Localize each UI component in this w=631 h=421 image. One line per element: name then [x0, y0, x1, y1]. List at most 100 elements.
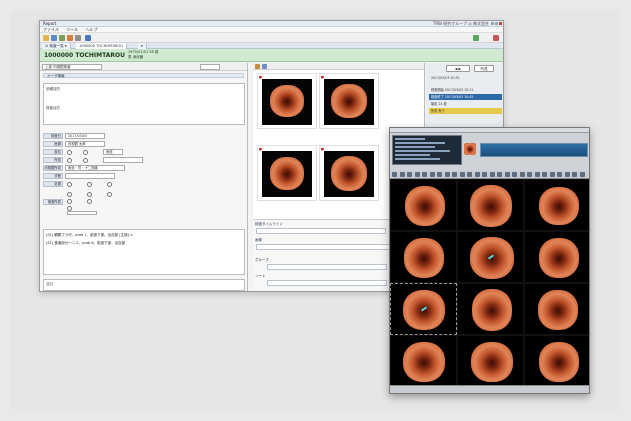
endoscopy-image	[472, 289, 512, 331]
save-icon[interactable]	[51, 35, 57, 41]
sync-icon[interactable]	[473, 35, 479, 41]
field-exam-findings[interactable]	[67, 211, 97, 215]
viewer-tool-icon[interactable]	[557, 172, 562, 177]
field-doctor[interactable]: 内視鏡 太郎	[65, 141, 105, 147]
viewer-tool-icon[interactable]	[474, 172, 480, 177]
notes-area[interactable]: 依頼目的 検査目的	[43, 83, 245, 125]
field-findings[interactable]	[103, 157, 143, 163]
radio-site-1[interactable]	[67, 149, 73, 155]
header-button[interactable]: 所見	[474, 65, 494, 72]
viewer-tool-icon[interactable]	[399, 172, 405, 177]
print-icon[interactable]	[59, 35, 65, 41]
right-pane-item-2[interactable]: 検査終了 2017/03/03 10:45	[429, 94, 502, 100]
radio-procedure-1[interactable]	[67, 181, 73, 187]
check-finding-2[interactable]	[87, 191, 93, 197]
viewer-tool-icon[interactable]	[549, 172, 555, 177]
minimize-button[interactable]	[491, 22, 494, 25]
filter-select[interactable]	[200, 64, 220, 70]
viewer-tool-icon[interactable]	[527, 172, 532, 177]
viewer-tool-icon[interactable]	[512, 172, 517, 177]
right-pane-item-1: 検査開始 2017/03/03 10:21	[431, 88, 474, 92]
viewer-tool-icon[interactable]	[534, 172, 540, 177]
radio-findings-2[interactable]	[83, 157, 89, 163]
viewer-tool-icon[interactable]	[429, 172, 435, 177]
timeline-bar-1[interactable]	[256, 228, 386, 234]
viewer-tool-icon[interactable]	[459, 172, 465, 177]
field-endoscopy[interactable]: 食道・胃・十二指腸	[65, 165, 125, 171]
viewer-image-cell[interactable]	[457, 335, 524, 387]
viewer-image-cell[interactable]	[524, 283, 589, 335]
form-row-site: 部位 食道	[43, 149, 245, 156]
thumbnail-1[interactable]: ■	[257, 73, 317, 129]
note-field[interactable]	[267, 280, 387, 286]
radio-procedure-3[interactable]	[107, 181, 113, 187]
help-icon[interactable]	[85, 35, 91, 41]
radio-findings-1[interactable]	[67, 157, 73, 163]
report-form-pane: 上部 内視鏡検査 オーダ情報 依頼目的 検査目的 検査日 2017/03/03 …	[40, 63, 248, 291]
label-findings: 所見	[43, 157, 63, 163]
thumbnail-3[interactable]: ■	[257, 145, 317, 201]
findings-text-area[interactable]: [S1] 観察ブラ可、prob 1、粘液下部、出血部 [生検] ⊙ [S1] 食…	[43, 229, 245, 275]
check-finding-1[interactable]	[67, 191, 73, 197]
viewer-tool-icon[interactable]	[504, 172, 510, 177]
thumbnail-2[interactable]: ■	[319, 73, 379, 129]
field-exam-date[interactable]: 2017/03/03	[65, 133, 105, 139]
field-diagnosis[interactable]	[65, 173, 115, 179]
viewer-tool-icon[interactable]	[467, 172, 472, 177]
viewer-tool-icon[interactable]	[444, 172, 450, 177]
field-site[interactable]: 食道	[103, 149, 123, 155]
folder-icon[interactable]	[43, 35, 49, 41]
viewer-tool-icon[interactable]	[497, 172, 502, 177]
layout-icon[interactable]	[262, 64, 267, 69]
menu-tools[interactable]: ツール	[66, 27, 78, 32]
check-finding-4[interactable]	[67, 198, 73, 204]
close-button[interactable]	[499, 22, 502, 25]
viewer-tool-icon[interactable]	[542, 172, 547, 177]
timeline-bar-2[interactable]	[256, 244, 396, 250]
finding-text-2: 食道部分～ニユ、prob 8、粘液下部、出血部	[54, 241, 126, 245]
group-field[interactable]	[267, 264, 387, 270]
viewer-tool-icon[interactable]	[564, 172, 570, 177]
viewer-tool-icon[interactable]	[437, 172, 442, 177]
radio-site-2[interactable]	[83, 149, 89, 155]
image-folder-icon[interactable]	[255, 64, 260, 69]
viewer-series-strip[interactable]	[480, 143, 588, 157]
viewer-tool-icon[interactable]	[452, 172, 457, 177]
viewer-tool-icon[interactable]	[482, 172, 487, 177]
exam-type-select[interactable]: 上部 内視鏡検査	[42, 64, 102, 70]
viewer-tool-icon[interactable]	[579, 172, 585, 177]
viewer-image-cell[interactable]	[457, 283, 524, 335]
menu-file[interactable]: ファイル	[43, 27, 59, 32]
viewer-image-cell[interactable]	[390, 179, 457, 231]
settings-icon[interactable]	[75, 35, 81, 41]
viewer-tool-icon[interactable]	[489, 172, 495, 177]
viewer-image-cell[interactable]	[524, 231, 589, 283]
maximize-button[interactable]	[495, 22, 498, 25]
endoscopy-image	[539, 187, 579, 225]
logout-icon[interactable]	[493, 35, 499, 41]
viewer-tool-icon[interactable]	[407, 172, 412, 177]
viewer-image-cell[interactable]	[390, 283, 457, 335]
viewer-image-cell[interactable]	[390, 335, 457, 387]
radio-procedure-2[interactable]	[87, 181, 93, 187]
viewer-tool-icon[interactable]	[392, 172, 397, 177]
check-finding-3[interactable]	[107, 191, 113, 197]
viewer-image-cell[interactable]	[457, 231, 524, 283]
viewer-image-cell[interactable]	[457, 179, 524, 231]
current-image-thumb[interactable]	[464, 143, 476, 155]
menu-help[interactable]: ヘルプ	[86, 27, 98, 32]
viewer-tool-icon[interactable]	[519, 172, 525, 177]
viewer-image-cell[interactable]	[524, 179, 589, 231]
viewer-tool-icon[interactable]	[422, 172, 427, 177]
viewer-image-cell[interactable]	[390, 231, 457, 283]
viewer-image-cell[interactable]	[524, 335, 589, 387]
prev-next-control[interactable]: ◀ ▶	[446, 65, 470, 72]
endoscopy-image	[262, 151, 312, 197]
comments-area[interactable]: 追記	[43, 279, 245, 291]
thumbnail-4[interactable]: ■	[319, 145, 379, 201]
right-pane-item-4[interactable]: 所見 有り	[429, 108, 502, 114]
check-finding-5[interactable]	[87, 198, 93, 204]
edit-icon[interactable]	[67, 35, 73, 41]
viewer-tool-icon[interactable]	[414, 172, 420, 177]
viewer-tool-icon[interactable]	[572, 172, 577, 177]
